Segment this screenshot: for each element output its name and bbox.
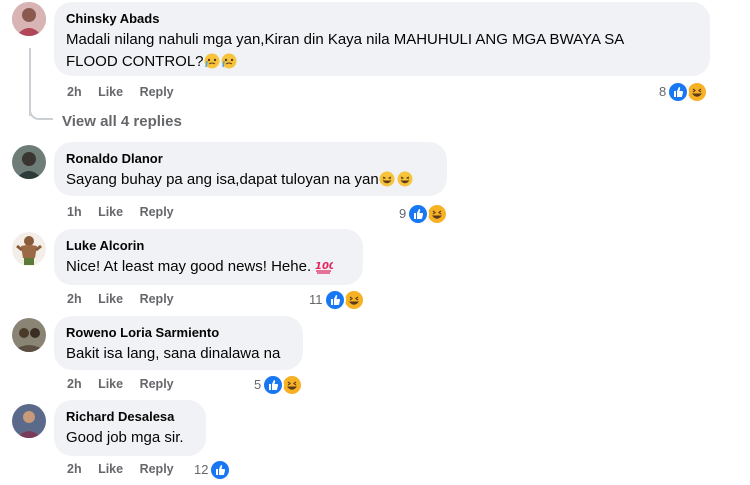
avatar[interactable] bbox=[12, 404, 46, 438]
thread-connector bbox=[29, 104, 53, 120]
comment-actions: 2h Like Reply bbox=[67, 461, 187, 477]
crying-face-icon bbox=[204, 53, 238, 76]
reply-button[interactable]: Reply bbox=[140, 462, 174, 476]
like-button[interactable]: Like bbox=[98, 377, 123, 391]
avatar[interactable] bbox=[12, 2, 46, 36]
like-reaction-icon bbox=[262, 374, 285, 396]
reply-button[interactable]: Reply bbox=[140, 377, 174, 391]
like-reaction-icon bbox=[209, 459, 232, 481]
comment-text: Sayang buhay pa ang isa,dapat tuloyan na… bbox=[66, 169, 435, 194]
comment-time[interactable]: 2h bbox=[67, 85, 82, 99]
reaction-summary[interactable]: 11 bbox=[309, 289, 365, 311]
laughing-face-icon bbox=[379, 171, 415, 194]
comment-time[interactable]: 2h bbox=[67, 462, 82, 476]
comment-bubble: Luke Alcorin Nice! At least may good new… bbox=[54, 229, 363, 285]
hundred-points-icon: 100 bbox=[315, 258, 336, 281]
avatar[interactable] bbox=[12, 232, 46, 266]
comment-text: Good job mga sir. bbox=[66, 429, 184, 446]
like-button[interactable]: Like bbox=[98, 85, 123, 99]
comment-text: Nice! At least may good news! Hehe. 100 bbox=[66, 256, 351, 281]
reaction-count: 8 bbox=[659, 84, 667, 99]
comment-actions: 2h Like Reply bbox=[67, 376, 187, 392]
comment-author[interactable]: Chinsky Abads bbox=[66, 10, 698, 27]
comment-bubble: Ronaldo Dlanor Sayang buhay pa ang isa,d… bbox=[54, 142, 447, 196]
comment-text: Bakit isa lang, sana dinalawa na bbox=[66, 345, 281, 362]
like-reaction-icon bbox=[407, 203, 430, 225]
comment-text: Madali nilang nahuli mga yan,Kiran din K… bbox=[66, 29, 698, 76]
comment-author[interactable]: Richard Desalesa bbox=[66, 408, 194, 425]
comment-bubble: Chinsky Abads Madali nilang nahuli mga y… bbox=[54, 2, 710, 76]
svg-text:100: 100 bbox=[315, 261, 333, 272]
comment-time[interactable]: 1h bbox=[67, 205, 82, 219]
reaction-count: 5 bbox=[254, 377, 262, 392]
comment-author[interactable]: Roweno Loria Sarmiento bbox=[66, 324, 291, 341]
reaction-summary[interactable]: 12 bbox=[194, 459, 232, 481]
like-button[interactable]: Like bbox=[98, 292, 123, 306]
reaction-count: 9 bbox=[399, 206, 407, 221]
avatar[interactable] bbox=[12, 145, 46, 179]
like-reaction-icon bbox=[323, 289, 346, 311]
haha-reaction-icon bbox=[686, 81, 709, 103]
comment-author[interactable]: Luke Alcorin bbox=[66, 237, 351, 254]
reaction-count: 11 bbox=[309, 292, 323, 307]
reply-button[interactable]: Reply bbox=[140, 85, 174, 99]
haha-reaction-icon bbox=[426, 203, 449, 225]
comment-author[interactable]: Ronaldo Dlanor bbox=[66, 150, 435, 167]
like-reaction-icon bbox=[667, 81, 690, 103]
comment-bubble: Roweno Loria Sarmiento Bakit isa lang, s… bbox=[54, 316, 303, 370]
reply-button[interactable]: Reply bbox=[140, 205, 174, 219]
comment-actions: 1h Like Reply bbox=[67, 204, 187, 220]
view-replies-link[interactable]: View all 4 replies bbox=[62, 113, 182, 130]
comment-time[interactable]: 2h bbox=[67, 377, 82, 391]
comment-actions: 2h Like Reply bbox=[67, 291, 187, 307]
like-button[interactable]: Like bbox=[98, 462, 123, 476]
comment-bubble: Richard Desalesa Good job mga sir. bbox=[54, 400, 206, 456]
reaction-summary[interactable]: 9 bbox=[399, 203, 449, 225]
reaction-count: 12 bbox=[194, 462, 209, 477]
reaction-summary[interactable]: 5 bbox=[254, 374, 304, 396]
comment-actions: 2h Like Reply bbox=[67, 84, 187, 100]
avatar[interactable] bbox=[12, 318, 46, 352]
reply-button[interactable]: Reply bbox=[140, 292, 174, 306]
haha-reaction-icon bbox=[342, 289, 365, 311]
haha-reaction-icon bbox=[281, 374, 304, 396]
reaction-summary[interactable]: 8 bbox=[659, 81, 709, 103]
comment-time[interactable]: 2h bbox=[67, 292, 82, 306]
like-button[interactable]: Like bbox=[98, 205, 123, 219]
